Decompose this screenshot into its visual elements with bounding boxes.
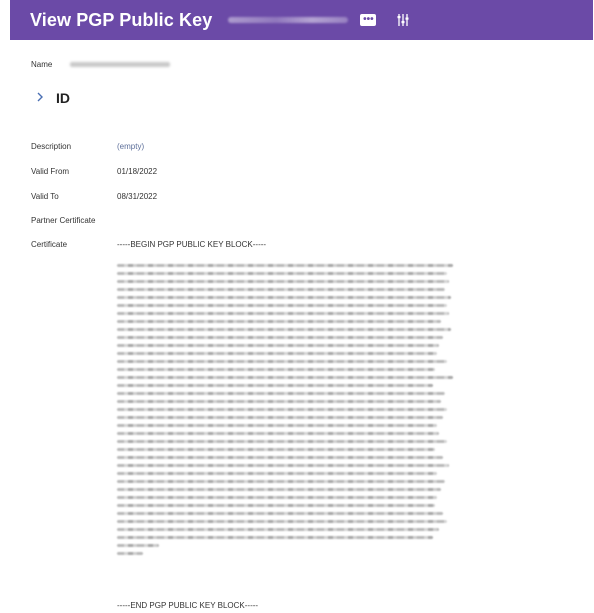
cert-line xyxy=(117,392,445,395)
redacted-name-value xyxy=(70,62,171,67)
cert-line xyxy=(117,488,441,491)
cert-line xyxy=(117,352,437,355)
cert-line xyxy=(117,424,437,427)
valid-to-value: 08/31/2022 xyxy=(117,192,158,201)
cert-line xyxy=(117,280,449,283)
cert-line xyxy=(117,288,445,291)
cert-line xyxy=(117,296,451,299)
valid-to-label: Valid To xyxy=(31,192,59,201)
page-title: View PGP Public Key xyxy=(30,9,213,30)
cert-line xyxy=(117,304,447,307)
id-section-toggle[interactable]: ID xyxy=(36,90,70,106)
name-label: Name xyxy=(31,60,53,69)
redacted-key-name xyxy=(228,17,349,23)
cert-line xyxy=(117,336,443,339)
cert-line xyxy=(117,512,443,515)
cert-line xyxy=(117,456,443,459)
cert-line xyxy=(117,344,439,347)
cert-line xyxy=(117,408,447,411)
more-horizontal-icon[interactable]: ••• xyxy=(360,14,377,26)
cert-line xyxy=(117,376,453,379)
cert-line xyxy=(117,384,433,387)
cert-line xyxy=(117,504,435,507)
id-section-label[interactable]: ID xyxy=(56,90,70,106)
related-actions-icon[interactable] xyxy=(394,11,412,29)
cert-line xyxy=(117,440,447,443)
cert-line xyxy=(117,400,441,403)
description-label: Description xyxy=(31,142,72,151)
cert-line xyxy=(117,528,439,531)
cert-line xyxy=(117,536,433,539)
cert-line xyxy=(117,520,447,523)
valid-from-value: 01/18/2022 xyxy=(117,167,158,176)
cert-line xyxy=(117,448,435,451)
cert-line xyxy=(117,416,443,419)
cert-line xyxy=(117,320,441,323)
cert-line xyxy=(117,464,449,467)
cert-line xyxy=(117,264,453,267)
name-row: Name xyxy=(31,60,171,69)
cert-line xyxy=(117,272,447,275)
valid-from-label: Valid From xyxy=(31,167,70,176)
page-header: View PGP Public Key ••• xyxy=(10,0,593,40)
certificate-end-line: -----END PGP PUBLIC KEY BLOCK----- xyxy=(117,601,259,610)
cert-line xyxy=(117,496,437,499)
certificate-label: Certificate xyxy=(31,240,68,249)
chevron-right-icon[interactable] xyxy=(36,91,48,105)
partner-certificate-label: Partner Certificate xyxy=(31,216,96,225)
certificate-body-redacted xyxy=(117,264,457,560)
cert-line xyxy=(117,368,435,371)
cert-line xyxy=(117,312,449,315)
description-value: (empty) xyxy=(117,142,145,151)
cert-line xyxy=(117,360,447,363)
cert-line xyxy=(117,328,451,331)
cert-line xyxy=(117,472,437,475)
certificate-begin-line: -----BEGIN PGP PUBLIC KEY BLOCK----- xyxy=(117,240,267,249)
cert-line xyxy=(117,480,445,483)
cert-line xyxy=(117,552,143,555)
cert-line xyxy=(117,544,159,547)
cert-line xyxy=(117,432,439,435)
